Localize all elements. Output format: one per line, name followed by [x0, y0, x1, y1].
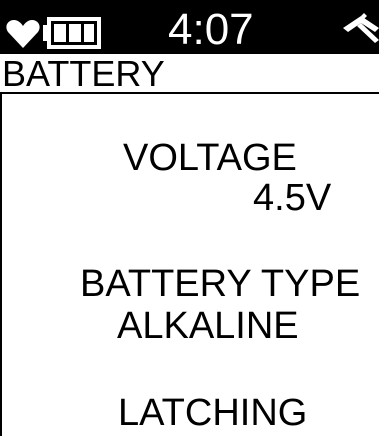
status-time: 4:07 — [168, 5, 254, 54]
status-bar: 4:07 — [0, 0, 379, 54]
heart-icon — [6, 20, 40, 48]
latching-label: LATCHING — [118, 392, 308, 434]
signal-icon — [343, 13, 379, 43]
voltage-value: 4.5V — [253, 177, 332, 219]
battery-icon — [43, 17, 101, 49]
title-bar: BATTERY — [0, 54, 379, 94]
battery-type-value: ALKALINE — [117, 305, 299, 347]
content-left-border — [0, 94, 2, 436]
title-divider — [0, 92, 379, 94]
battery-type-label: BATTERY TYPE — [80, 263, 361, 305]
voltage-label: VOLTAGE — [123, 137, 297, 179]
page-title: BATTERY — [2, 53, 165, 94]
